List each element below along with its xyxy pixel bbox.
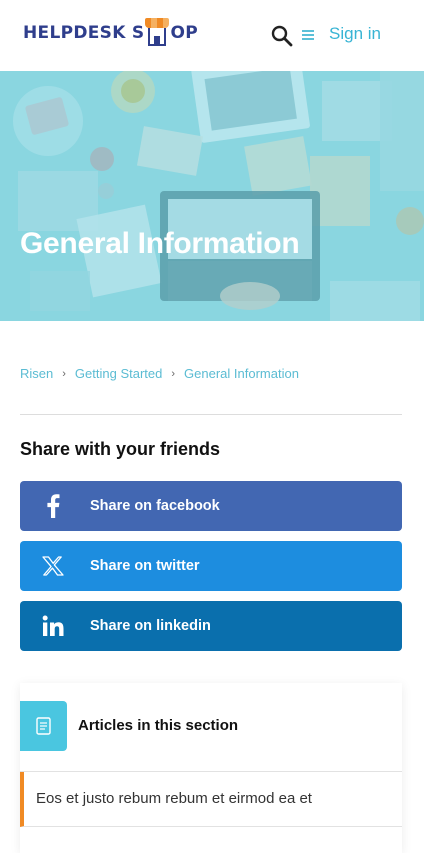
share-twitter-button[interactable]: Share on twitter xyxy=(20,541,402,591)
store-icon xyxy=(145,18,170,48)
share-section-title: Share with your friends xyxy=(20,439,221,459)
sign-in-link[interactable]: Sign in xyxy=(329,24,381,44)
articles-in-section-panel: Articles in this section Eos et justo re… xyxy=(20,683,402,853)
breadcrumb-item-getting-started[interactable]: Getting Started xyxy=(75,366,162,381)
article-list-item[interactable]: Eos et justo rebum rebum et eirmod ea et xyxy=(20,772,402,827)
article-link-label: Eos et justo rebum rebum et eirmod ea et xyxy=(36,790,312,807)
hero-overlay xyxy=(0,71,424,321)
hamburger-menu-icon[interactable] xyxy=(302,30,314,40)
share-linkedin-label: Share on linkedin xyxy=(90,618,211,634)
articles-section-title: Articles in this section xyxy=(78,717,239,734)
facebook-icon xyxy=(40,493,66,519)
chevron-right-icon: › xyxy=(62,367,66,380)
page-title: General Information xyxy=(20,227,300,260)
logo-text-left: HELPDESK S xyxy=(23,23,145,43)
linkedin-icon xyxy=(40,613,66,639)
logo-text-right: OP xyxy=(170,23,198,43)
hero-banner: General Information xyxy=(0,71,424,321)
chevron-right-icon: › xyxy=(171,367,176,380)
site-header: HELPDESK S OP Sign in xyxy=(0,0,424,71)
share-twitter-label: Share on twitter xyxy=(90,558,200,574)
breadcrumb-item-risen[interactable]: Risen xyxy=(20,366,53,381)
helpdesk-shop-logo[interactable]: HELPDESK S OP xyxy=(23,16,198,50)
x-twitter-icon xyxy=(40,553,66,579)
search-icon[interactable] xyxy=(271,25,293,47)
divider xyxy=(20,414,402,415)
breadcrumb: Risen › Getting Started › General Inform… xyxy=(20,366,299,381)
share-facebook-button[interactable]: Share on facebook xyxy=(20,481,402,531)
share-linkedin-button[interactable]: Share on linkedin xyxy=(20,601,402,651)
document-icon xyxy=(20,701,67,751)
breadcrumb-item-general-information[interactable]: General Information xyxy=(184,366,299,381)
share-facebook-label: Share on facebook xyxy=(90,498,220,514)
